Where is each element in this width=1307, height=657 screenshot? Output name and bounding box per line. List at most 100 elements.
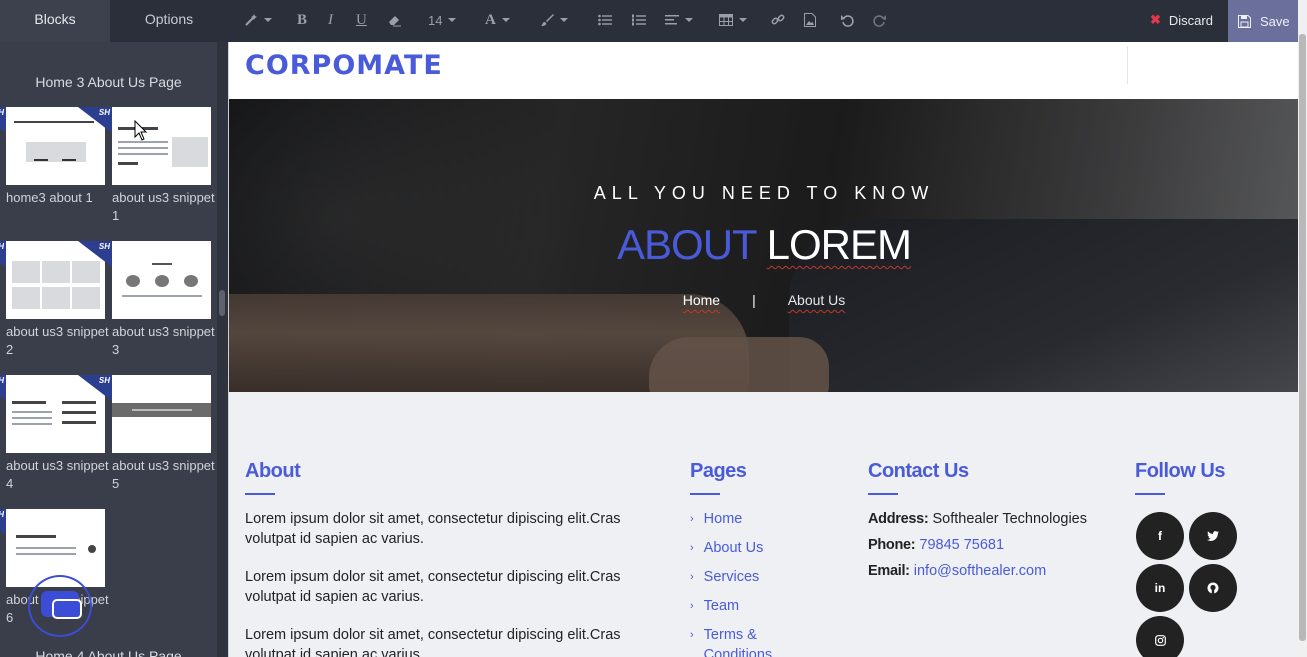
header-divider [1127,46,1128,84]
chevron-down-icon [560,18,568,22]
tab-blocks[interactable]: Blocks [0,0,110,42]
footer-link-about-us[interactable]: › About Us [690,538,800,558]
hero-title-accent: ABOUT [617,221,757,268]
footer-follow-heading: Follow Us [1135,460,1225,482]
hero-subtitle: ALL YOU NEED TO KNOW [593,183,935,203]
badge-text: SH [0,242,4,251]
breadcrumb-current: About Us [787,292,846,308]
hero-banner: ALL YOU NEED TO KNOW ABOUT LOREM Home | … [229,99,1298,392]
twitter-bird-glyph [1207,531,1219,541]
align-left-icon [665,15,679,25]
phone-link[interactable]: 79845 75681 [919,537,1004,553]
hero-title-rest: LOREM [766,221,912,268]
footer-link-team[interactable]: › Team [690,596,800,616]
chat-bubble-icon [52,599,82,619]
italic-button[interactable]: I [328,10,333,30]
footer-link-terms[interactable]: › Terms & Conditions [690,625,780,657]
bullet-list-icon [598,14,612,26]
footer-contact-heading: Contact Us [868,460,969,482]
bold-icon: B [297,11,308,28]
contact-phone: Phone: 79845 75681 [868,535,1087,555]
heading-underline [245,493,275,495]
contact-address: Address: Softhealer Technologies [868,509,1087,529]
image-file-icon [804,13,816,27]
footer-follow: Follow Us f in [1135,460,1255,657]
snippets-panel[interactable]: Home 3 About Us Page SH home3 about 1 SH… [0,42,217,657]
footer-pages: Pages › Home › About Us › Services › Team › T… [690,460,800,657]
eraser-icon [389,16,401,27]
eraser-button[interactable] [387,10,402,30]
chevron-down-icon [685,18,693,22]
phone-label: Phone: [868,537,916,553]
footer-link-services[interactable]: › Services [690,567,800,587]
chevron-right-icon: › [690,571,694,583]
footer-about: About Lorem ipsum dolor sit amet, consec… [245,460,665,657]
footer-link-label: Home [703,511,743,527]
snippet-label: about us3 snippet 2 [6,324,109,357]
snippet-label: home3 about 1 [6,190,93,205]
canvas-scrollbar[interactable] [1298,0,1307,657]
discard-label: Discard [1168,12,1213,28]
twitter-icon[interactable] [1189,512,1237,560]
sidebar-scrollbar[interactable] [217,42,228,657]
footer-link-label: Team [703,598,740,614]
instagram-icon[interactable] [1136,616,1184,657]
email-link[interactable]: info@softhealer.com [914,563,1046,579]
badge-text: SH [98,376,110,385]
bullet-list-button[interactable] [598,10,612,30]
save-label: Save [1260,13,1290,29]
canvas-scroll-thumb[interactable] [1299,34,1306,641]
heading-underline [868,493,898,495]
image-button[interactable] [804,10,816,30]
undo-button[interactable] [841,10,854,30]
site-logo[interactable]: CORPOMATE [245,50,443,81]
github-icon[interactable] [1189,564,1237,612]
snippet-label: about us3 snippet 3 [112,324,215,357]
mouse-cursor-icon [134,120,148,141]
redo-button[interactable] [873,10,886,30]
snippet-thumbnail [112,241,211,319]
background-color-dropdown[interactable] [540,10,568,30]
breadcrumb-home-link[interactable]: Home [683,292,720,308]
numbered-list-icon [632,14,646,26]
font-color-dropdown[interactable]: A [485,10,510,30]
facebook-icon[interactable]: f [1136,512,1184,560]
tab-options[interactable]: Options [110,0,228,42]
live-chat-button[interactable] [28,575,92,637]
magic-wand-dropdown[interactable] [244,10,272,30]
align-dropdown[interactable] [665,10,693,30]
chevron-right-icon: › [690,542,694,554]
underline-button[interactable]: U [356,10,367,30]
linkedin-icon[interactable]: in [1136,564,1184,612]
sidebar-scroll-thumb[interactable] [219,290,225,316]
chevron-down-icon [739,18,747,22]
paint-brush-icon [541,14,554,26]
email-label: Email: [868,563,910,579]
snippet-thumbnail [112,375,211,453]
save-button[interactable]: Save [1228,0,1299,42]
numbered-list-button[interactable] [632,10,646,30]
bold-button[interactable]: B [297,10,307,30]
badge-text: SH [0,510,4,519]
footer-link-home[interactable]: › Home [690,509,800,529]
hero-title: ABOUT LOREM [229,221,1298,269]
snippet-thumbnail [112,107,211,185]
footer-link-label: About Us [703,540,764,556]
link-icon [771,14,785,25]
font-color-icon: A [485,11,496,28]
page-canvas[interactable]: CORPOMATE ALL YOU NEED TO KNOW ABOUT LOR… [228,42,1298,657]
link-button[interactable] [771,10,785,30]
site-footer: About Lorem ipsum dolor sit amet, consec… [229,392,1298,657]
footer-pages-heading: Pages [690,460,747,482]
site-header: CORPOMATE [229,42,1298,99]
table-dropdown[interactable] [719,10,747,30]
floppy-disk-icon [1238,14,1251,28]
snippet-label: about us3 snippet 4 [6,458,109,491]
footer-link-label: Services [703,569,760,585]
underline-icon: U [356,11,367,28]
font-size-value: 14 [428,12,443,28]
discard-button[interactable]: ✖ Discard [1140,0,1228,40]
breadcrumb-separator: | [752,292,756,308]
font-size-dropdown[interactable]: 14 [428,10,457,30]
badge-text: SH [98,242,110,251]
